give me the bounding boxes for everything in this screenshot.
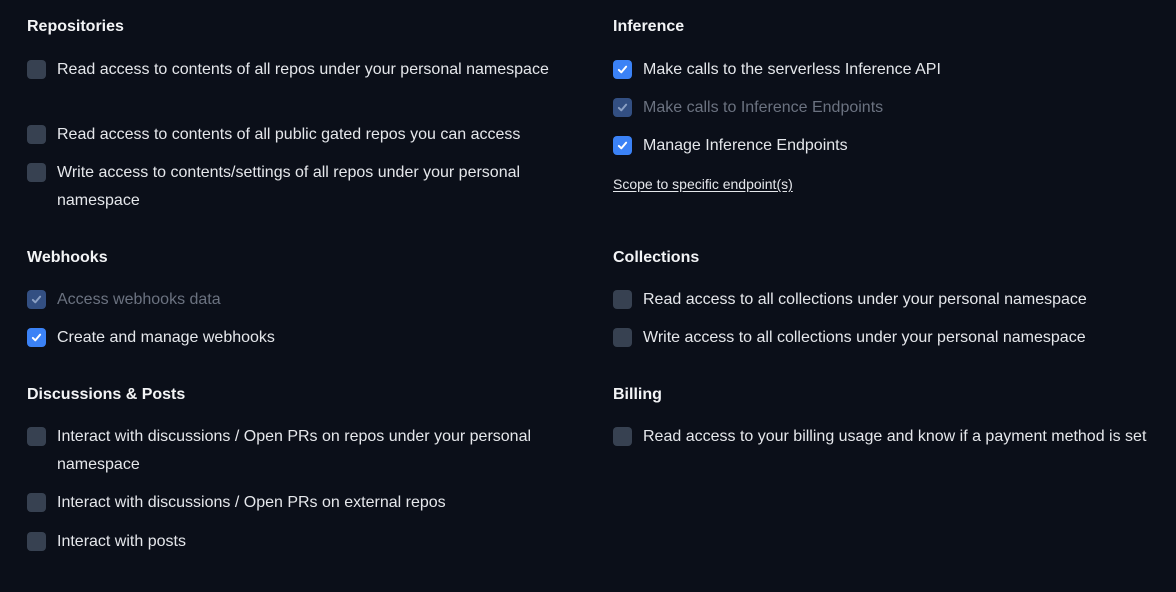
check-icon xyxy=(617,141,628,150)
checkbox[interactable] xyxy=(27,125,46,144)
permission-webhooks-manage[interactable]: Create and manage webhooks xyxy=(27,324,567,352)
repositories-section: Repositories xyxy=(27,17,567,37)
checkbox[interactable] xyxy=(27,532,46,551)
permission-label: Make calls to the serverless Inference A… xyxy=(643,61,941,78)
permission-posts[interactable]: Interact with posts xyxy=(27,528,567,556)
checkbox[interactable] xyxy=(613,60,632,79)
collections-section: Collections xyxy=(613,248,1158,268)
permission-label: Read access to contents of all public ga… xyxy=(57,126,521,143)
checkbox[interactable] xyxy=(613,328,632,347)
discussions-section: Discussions & Posts xyxy=(27,385,567,405)
checkbox xyxy=(27,290,46,309)
section-title-inference: Inference xyxy=(613,18,685,35)
token-permissions-panel: Repositories Read access to contents of … xyxy=(0,0,1176,592)
checkbox[interactable] xyxy=(613,136,632,155)
permission-label: Read access to your billing usage and kn… xyxy=(643,428,1147,445)
permission-label: Access webhooks data xyxy=(57,291,221,308)
billing-section: Billing xyxy=(613,385,1158,405)
checkbox[interactable] xyxy=(27,60,46,79)
permission-label: Interact with discussions / Open PRs on … xyxy=(57,494,446,511)
check-icon xyxy=(617,65,628,74)
permission-repos-read[interactable]: Read access to contents of all repos und… xyxy=(27,56,567,84)
permission-discussions-own[interactable]: Interact with discussions / Open PRs on … xyxy=(27,423,567,479)
checkbox[interactable] xyxy=(27,493,46,512)
check-icon xyxy=(31,333,42,342)
permission-label: Read access to contents of all repos und… xyxy=(57,61,549,78)
permission-gated-repos-read[interactable]: Read access to contents of all public ga… xyxy=(27,121,567,149)
permission-inference-endpoints-call: Make calls to Inference Endpoints xyxy=(613,94,1158,122)
permission-repos-write[interactable]: Write access to contents/settings of all… xyxy=(27,159,567,215)
permission-collections-read[interactable]: Read access to all collections under you… xyxy=(613,286,1158,314)
permission-collections-write[interactable]: Write access to all collections under yo… xyxy=(613,324,1158,352)
section-title-discussions: Discussions & Posts xyxy=(27,386,186,403)
permission-discussions-external[interactable]: Interact with discussions / Open PRs on … xyxy=(27,489,567,517)
scope-endpoints-link[interactable]: Scope to specific endpoint(s) xyxy=(613,174,793,194)
section-title-billing: Billing xyxy=(613,386,662,403)
checkbox[interactable] xyxy=(27,328,46,347)
permission-label: Interact with discussions / Open PRs on … xyxy=(57,428,532,473)
inference-section: Inference xyxy=(613,17,1158,37)
permission-label: Read access to all collections under you… xyxy=(643,291,1087,308)
checkbox[interactable] xyxy=(27,427,46,446)
webhooks-section: Webhooks xyxy=(27,248,567,268)
check-icon xyxy=(31,295,42,304)
check-icon xyxy=(617,103,628,112)
section-title-webhooks: Webhooks xyxy=(27,249,108,266)
section-title-collections: Collections xyxy=(613,249,700,266)
permission-billing-read[interactable]: Read access to your billing usage and kn… xyxy=(613,423,1158,451)
checkbox[interactable] xyxy=(613,290,632,309)
permission-inference-endpoints-manage[interactable]: Manage Inference Endpoints xyxy=(613,132,1158,160)
permission-label: Interact with posts xyxy=(57,533,186,550)
permission-serverless-inference[interactable]: Make calls to the serverless Inference A… xyxy=(613,56,1158,84)
checkbox xyxy=(613,98,632,117)
permission-label: Manage Inference Endpoints xyxy=(643,137,848,154)
permission-label: Write access to all collections under yo… xyxy=(643,329,1086,346)
permission-label: Make calls to Inference Endpoints xyxy=(643,99,884,116)
checkbox[interactable] xyxy=(27,163,46,182)
permission-label: Write access to contents/settings of all… xyxy=(57,164,521,209)
section-title-repositories: Repositories xyxy=(27,18,124,35)
permission-label: Create and manage webhooks xyxy=(57,329,275,346)
checkbox[interactable] xyxy=(613,427,632,446)
permission-webhooks-read: Access webhooks data xyxy=(27,286,567,314)
